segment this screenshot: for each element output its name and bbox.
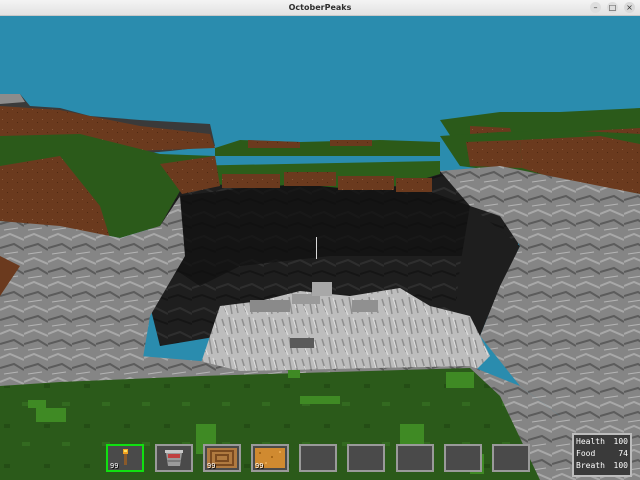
food-stat: Food 74 (576, 448, 628, 460)
title-bar[interactable]: OctoberPeaks – □ × (0, 0, 640, 16)
player-stats-panel: Health 100 Food 74 Breath 100 (572, 433, 632, 477)
close-icon: × (626, 2, 633, 12)
minimize-icon: – (593, 2, 598, 12)
hotbar-slot-4[interactable]: 99 (251, 444, 289, 472)
voxel-world-scene (0, 16, 640, 480)
slot-count: 99 (110, 462, 119, 470)
breath-stat: Breath 100 (576, 460, 628, 472)
minimize-button[interactable]: – (590, 2, 601, 13)
health-stat: Health 100 (576, 436, 628, 448)
game-window: OctoberPeaks – □ × 99 99 99 Health 100 F… (0, 0, 640, 480)
hotbar-slot-9[interactable] (492, 444, 530, 472)
crosshair (316, 237, 317, 259)
health-label: Health (576, 437, 605, 446)
maximize-icon: □ (608, 2, 617, 12)
hotbar-slot-6[interactable] (347, 444, 385, 472)
breath-value: 100 (613, 461, 628, 470)
hotbar-slot-7[interactable] (396, 444, 434, 472)
slot-count: 99 (207, 462, 216, 470)
window-title: OctoberPeaks (288, 3, 352, 12)
game-viewport[interactable]: 99 99 99 Health 100 Food 74 Breath 100 (0, 16, 640, 480)
hotbar-slot-5[interactable] (299, 444, 337, 472)
hotbar-slot-3[interactable]: 99 (203, 444, 241, 472)
maximize-button[interactable]: □ (607, 2, 618, 13)
breath-label: Breath (576, 461, 605, 470)
slot-count: 99 (255, 462, 264, 470)
close-button[interactable]: × (624, 2, 635, 13)
food-label: Food (576, 449, 596, 458)
food-value: 74 (618, 449, 628, 458)
hotbar-slot-2[interactable] (155, 444, 193, 472)
hotbar-slot-8[interactable] (444, 444, 482, 472)
hotbar-slot-1[interactable]: 99 (106, 444, 144, 472)
health-value: 100 (613, 437, 628, 446)
